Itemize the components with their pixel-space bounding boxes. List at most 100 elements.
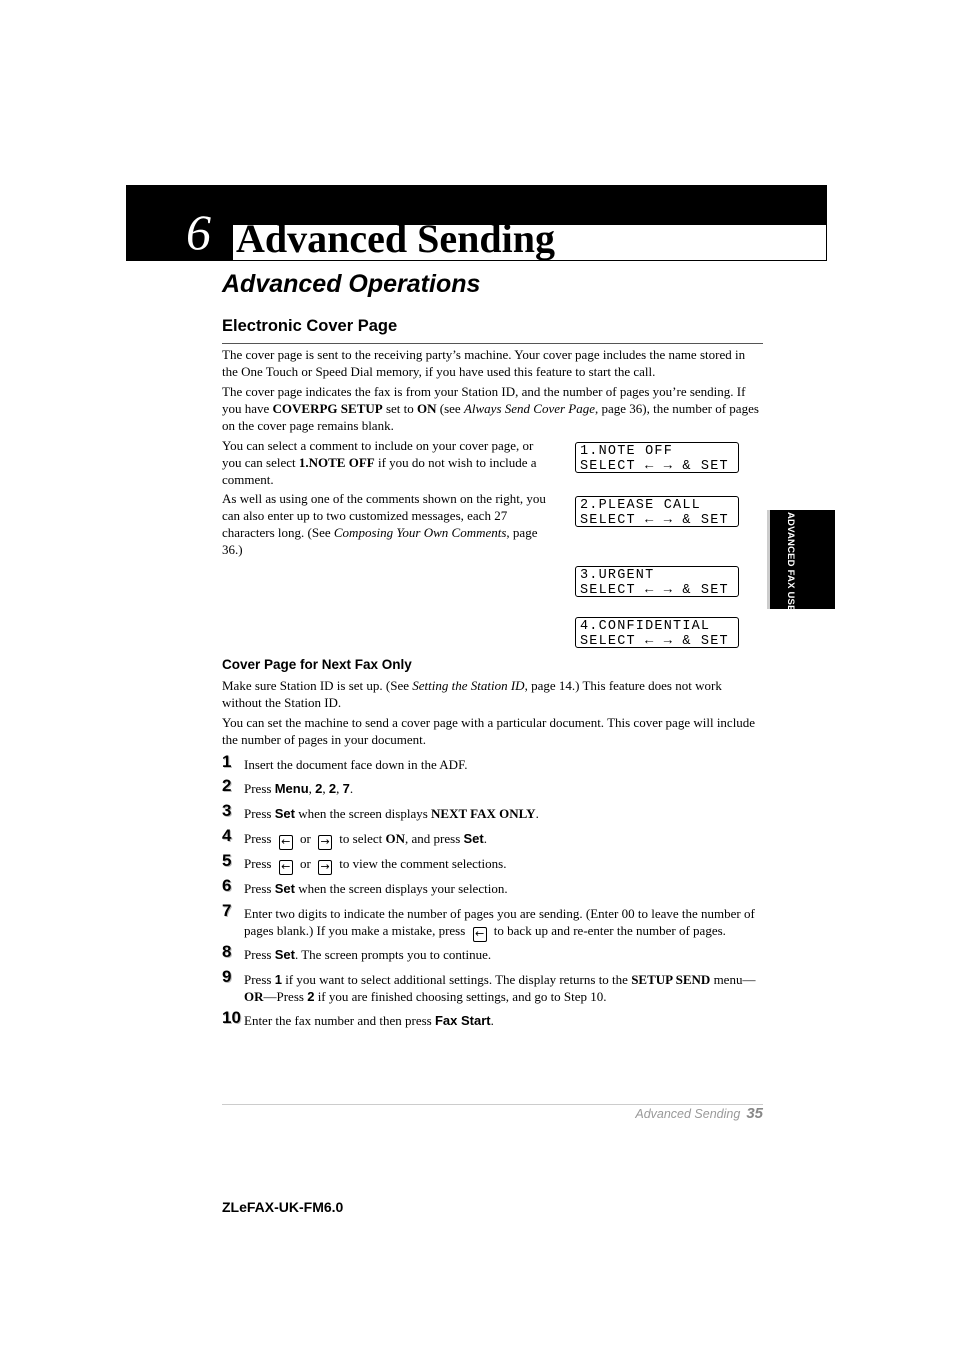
step-item: 4 Press ← or → to select ON, and press Se…: [222, 826, 767, 850]
bold-term: SETUP SEND: [631, 972, 711, 987]
bold-term: NEXT FAX ONLY: [431, 806, 536, 821]
lcd-line: SELECT ← → & SET: [580, 513, 729, 528]
italic-ref: Composing Your Own Comments: [333, 525, 507, 540]
step-number: 2: [222, 776, 232, 795]
bold-term: OR: [244, 989, 264, 1004]
text: .: [349, 781, 354, 796]
step-text: Enter the fax number and then press Fax …: [244, 1012, 767, 1029]
subsubsection-title: Cover Page for Next Fax Only: [222, 657, 412, 672]
step-number: 3: [222, 801, 232, 820]
text: if you want to select additional setting…: [281, 972, 632, 987]
right-arrow-key-icon: →: [318, 860, 333, 875]
left-arrow-key-icon: ←: [278, 860, 293, 875]
step-text: Press 1 if you want to select additional…: [244, 971, 767, 1005]
lcd-line: 4.CONFIDENTIAL: [580, 619, 711, 634]
text: menu—: [710, 972, 756, 987]
text: .: [483, 831, 487, 846]
text: Press: [244, 781, 275, 796]
lcd-line: SELECT ← → & SET: [580, 583, 729, 598]
page-footer: Advanced Sending 35: [635, 1105, 763, 1122]
step-number: 4: [222, 826, 232, 845]
bold-term: COVERPG SETUP: [272, 401, 383, 416]
bold-term: Set: [274, 881, 295, 896]
page-number: 35: [746, 1105, 763, 1122]
text: Press: [244, 856, 275, 871]
step-item: 1 Insert the document face down in the AD…: [222, 753, 767, 773]
lcd-screen: 1.NOTE OFF SELECT ← → & SET: [575, 442, 739, 474]
text: Enter the fax number and then press: [244, 1013, 435, 1028]
lcd-screen: 4.CONFIDENTIAL SELECT ← → & SET: [575, 617, 739, 649]
step-number: 6: [222, 876, 232, 895]
subsection-title: Electronic Cover Page: [222, 317, 398, 335]
lcd-line: 1.NOTE OFF: [580, 444, 674, 459]
italic-ref: Always Send Cover Page: [463, 401, 596, 416]
lcd-screen: 2.PLEASE CALL SELECT ← → & SET: [575, 496, 739, 528]
lcd-line: 2.PLEASE CALL: [580, 498, 701, 513]
step-number: 8: [222, 942, 232, 961]
step-item: 8 Press Set. The screen prompts you to co…: [222, 942, 767, 963]
bold-term: ON: [417, 401, 437, 416]
paragraph: Make sure Station ID is set up. (See Set…: [222, 677, 763, 711]
step-text: Press ← or → to select ON, and press Set…: [244, 830, 767, 850]
paragraph: You can set the machine to send a cover …: [222, 714, 763, 748]
text: if you are finished choosing settings, a…: [314, 989, 607, 1004]
bold-term: ON: [385, 831, 406, 846]
right-arrow-key-icon: →: [318, 835, 333, 850]
bold-term: 1: [274, 972, 282, 987]
step-item: 9 Press 1 if you want to select additiona…: [222, 967, 767, 1005]
paragraph: The cover page is sent to the receiving …: [222, 346, 763, 380]
left-arrow-key-icon: ←: [278, 835, 293, 850]
lcd-line: SELECT ← → & SET: [580, 634, 729, 649]
paragraph: You can select a comment to include on y…: [222, 437, 547, 488]
section-title: Advanced Operations: [222, 270, 481, 298]
text: or: [296, 856, 315, 871]
text: Make sure Station ID is set up. (See: [222, 678, 413, 693]
step-number: 7: [222, 901, 232, 920]
text: Press: [244, 972, 275, 987]
step-item: 5 Press ← or → to view the comment select…: [222, 852, 767, 875]
text: .: [490, 1013, 494, 1028]
text: Press: [244, 806, 275, 821]
divider: [222, 343, 763, 344]
side-tab-label: ADVANCED FAX USE: [785, 512, 796, 612]
bold-term: 7: [342, 781, 350, 796]
step-text: Press Set when the screen displays your …: [244, 880, 767, 897]
side-tab: [770, 510, 835, 609]
text: when the screen displays your selection.: [294, 881, 508, 896]
step-item: 2 Press Menu, 2, 2, 7.: [222, 776, 767, 797]
document-code: ZLeFAX-UK-FM6.0: [222, 1199, 344, 1215]
text: , and press: [405, 831, 464, 846]
bold-term: Fax Start: [434, 1013, 491, 1028]
chapter-number: 6: [186, 204, 211, 260]
text: (see: [436, 401, 464, 416]
footer-section: Advanced Sending: [635, 1107, 741, 1121]
text: The cover page is sent to the receiving …: [222, 347, 746, 379]
text: You can set the machine to send a cover …: [222, 715, 756, 747]
text: Press: [244, 881, 275, 896]
step-text: Enter two digits to indicate the number …: [244, 905, 767, 942]
bold-term: 1.NOTE OFF: [298, 455, 375, 470]
text: Press: [244, 831, 275, 846]
bold-term: Menu: [274, 781, 309, 796]
step-item: 6 Press Set when the screen displays your…: [222, 876, 767, 897]
left-arrow-key-icon: ←: [472, 927, 487, 942]
chapter-title: Advanced Sending: [236, 216, 555, 261]
step-item: 7 Enter two digits to indicate the number…: [222, 901, 767, 942]
text: to back up and re-enter the number of pa…: [490, 923, 726, 938]
text: . The screen prompts you to continue.: [294, 947, 492, 962]
manual-page: 6 Advanced Sending Advanced Operations E…: [0, 0, 954, 1351]
text: .: [535, 806, 539, 821]
paragraph: As well as using one of the comments sho…: [222, 490, 547, 558]
bold-term: Set: [463, 831, 484, 846]
lcd-screen: 3.URGENT SELECT ← → & SET: [575, 566, 739, 598]
step-item: 10 Enter the fax number and then press Fa…: [222, 1008, 767, 1029]
text: Press: [244, 947, 275, 962]
step-number: 9: [222, 967, 232, 986]
step-text: Press ← or → to view the comment selecti…: [244, 855, 767, 875]
step-number: 10: [222, 1008, 241, 1027]
text: —Press: [263, 989, 308, 1004]
step-text: Insert the document face down in the ADF…: [244, 756, 767, 773]
paragraph: The cover page indicates the fax is from…: [222, 383, 763, 434]
step-text: Press Set when the screen displays NEXT …: [244, 805, 767, 822]
bold-term: Set: [274, 947, 295, 962]
